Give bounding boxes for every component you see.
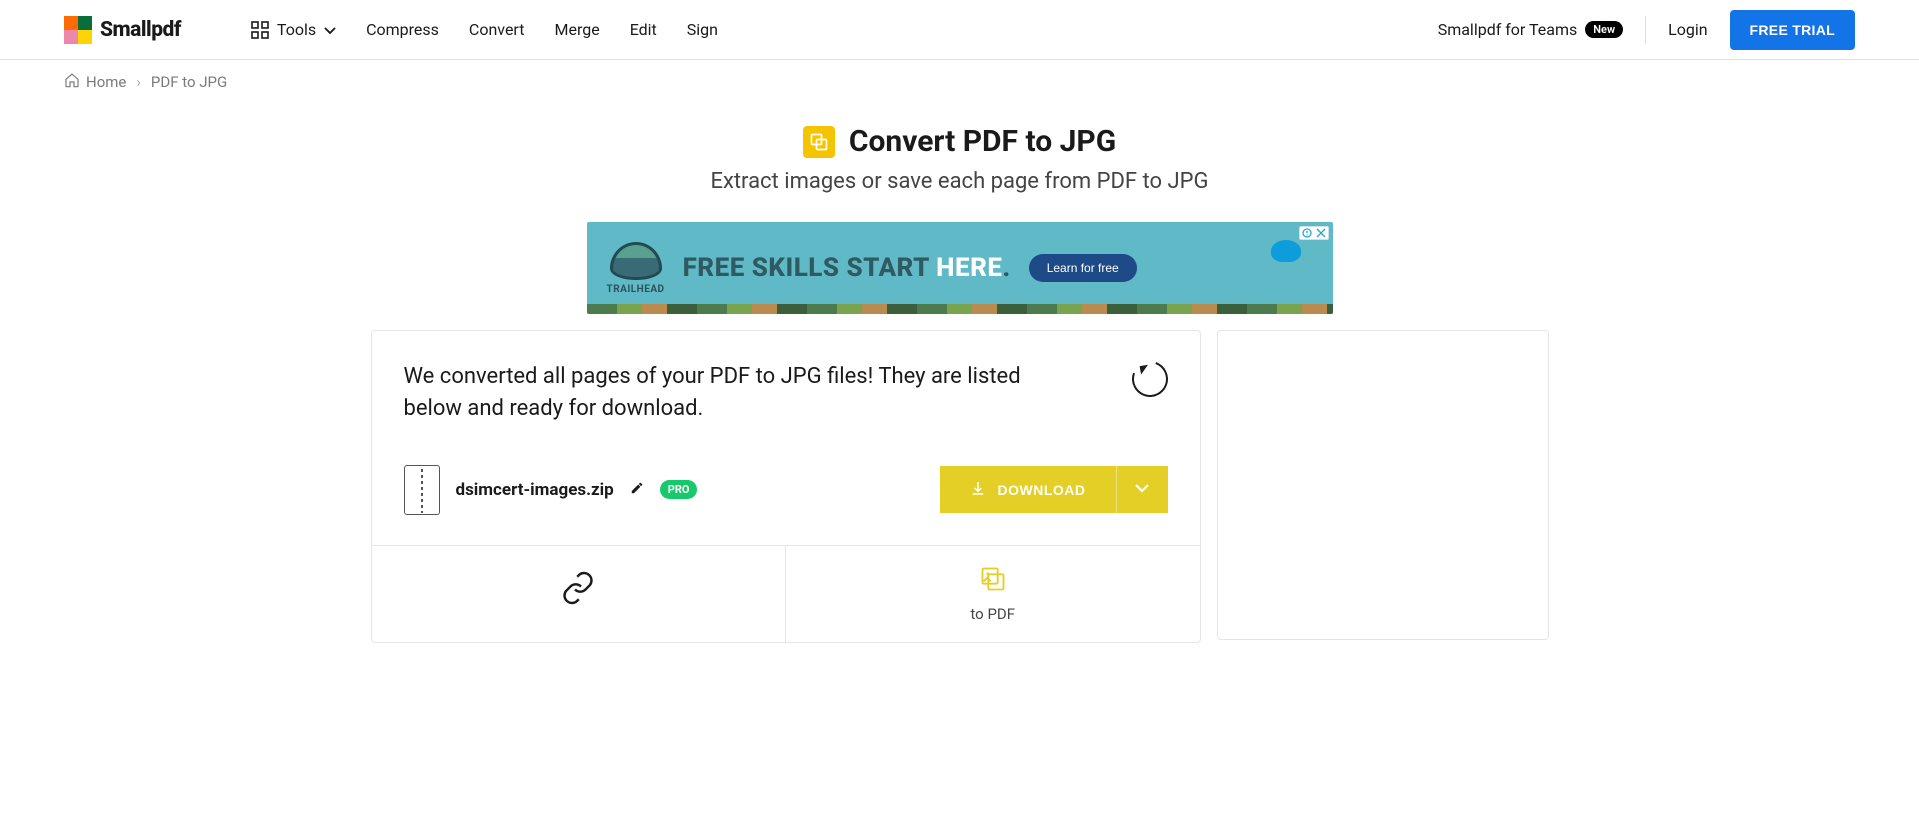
logo-link[interactable]: Smallpdf [64,16,181,44]
ad-brand-label: TRAILHEAD [607,284,665,295]
pdf-to-jpg-icon [803,126,835,158]
download-icon [970,480,986,499]
chevron-down-icon [324,20,336,39]
logo-mark-icon [64,16,92,44]
file-row: dsimcert-images.zip PRO DOWNLOAD [372,447,1200,545]
ad-banner[interactable]: TRAILHEAD FREE SKILLS START HERE. Learn … [587,222,1333,314]
adchoices-control[interactable] [1299,226,1329,240]
page-title: Convert PDF to JPG [849,124,1116,159]
divider [1645,16,1646,44]
free-trial-button[interactable]: FREE TRIAL [1730,10,1855,50]
new-badge: New [1585,21,1623,38]
brand-name: Smallpdf [100,18,181,42]
tools-label: Tools [277,20,316,39]
nav-edit[interactable]: Edit [630,20,657,39]
download-label: DOWNLOAD [998,482,1086,498]
zip-file-icon [404,465,440,515]
content-row: We converted all pages of your PDF to JP… [0,330,1919,683]
top-nav: Smallpdf Tools Compress Convert Merge Ed… [0,0,1919,60]
ad-decoration [587,304,1333,314]
download-options-button[interactable] [1116,466,1168,513]
teams-link[interactable]: Smallpdf for Teams New [1438,20,1623,39]
ad-brand-mark: TRAILHEAD [607,242,665,295]
download-group: DOWNLOAD [940,466,1168,513]
tools-dropdown[interactable]: Tools [251,20,336,39]
breadcrumb-current: PDF to JPG [151,73,227,91]
breadcrumb-sep: › [136,73,141,91]
to-pdf-icon [979,565,1007,597]
nav-merge[interactable]: Merge [554,20,599,39]
pro-badge: PRO [660,480,698,499]
link-icon [560,570,596,610]
login-link[interactable]: Login [1668,20,1707,39]
nav-convert[interactable]: Convert [469,20,525,39]
post-actions: to PDF [372,545,1200,642]
mountain-icon [610,242,662,280]
teams-label: Smallpdf for Teams [1438,20,1578,39]
rename-button[interactable] [630,480,644,499]
nav-sign[interactable]: Sign [687,20,718,39]
breadcrumb: Home › PDF to JPG [0,60,1919,104]
home-icon [64,72,80,92]
breadcrumb-home-label: Home [86,73,126,91]
breadcrumb-home[interactable]: Home [64,72,126,92]
ad-headline: FREE SKILLS START HERE. [683,253,1011,283]
secondary-nav: Smallpdf for Teams New Login FREE TRIAL [1438,10,1855,50]
restart-button[interactable] [1126,355,1174,403]
to-pdf-label: to PDF [970,605,1015,623]
primary-nav: Tools Compress Convert Merge Edit Sign [251,20,718,39]
share-link-action[interactable] [372,546,786,642]
sidebar-card [1217,330,1549,640]
salesforce-cloud-icon [1271,240,1301,262]
download-button[interactable]: DOWNLOAD [940,466,1116,513]
conversion-message: We converted all pages of your PDF to JP… [404,361,1044,425]
chevron-down-icon [1135,482,1149,497]
output-filename: dsimcert-images.zip [456,480,614,500]
to-pdf-action[interactable]: to PDF [785,546,1200,642]
hero: Convert PDF to JPG Extract images or sav… [0,124,1919,194]
result-card: We converted all pages of your PDF to JP… [371,330,1201,643]
ad-cta-button[interactable]: Learn for free [1029,254,1137,282]
grid-icon [251,21,269,39]
page-subtitle: Extract images or save each page from PD… [0,169,1919,194]
nav-compress[interactable]: Compress [366,20,439,39]
